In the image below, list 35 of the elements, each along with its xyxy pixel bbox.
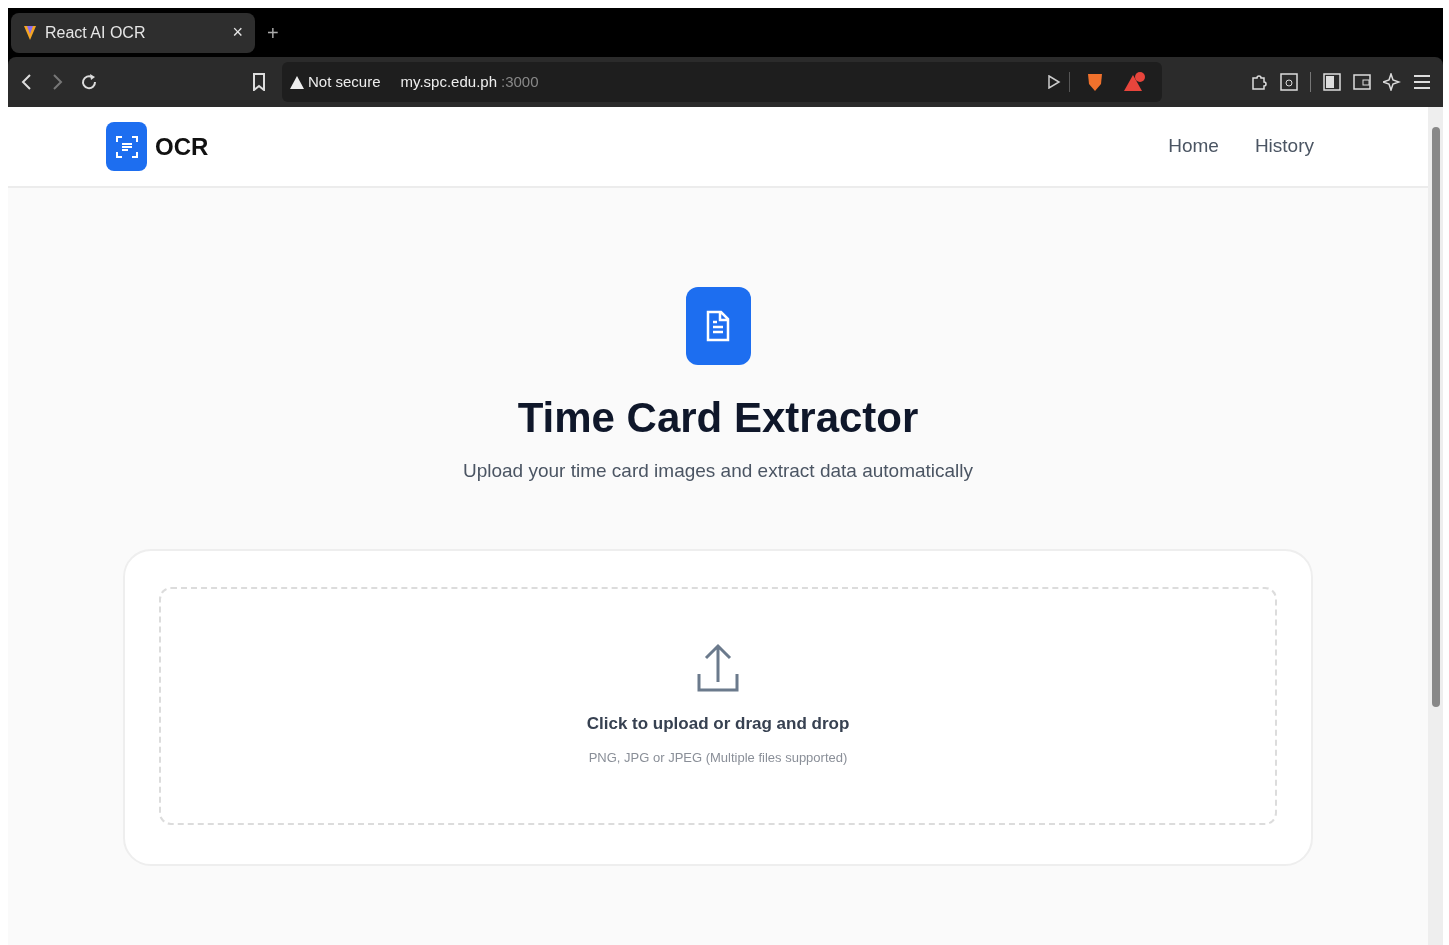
reload-icon[interactable]	[80, 73, 98, 91]
warning-icon	[290, 75, 304, 89]
sidebar-icon[interactable]	[1323, 73, 1341, 91]
page-subtitle: Upload your time card images and extract data automatically	[462, 459, 974, 483]
url-host: my.spc.edu.ph	[400, 71, 497, 92]
close-tab-button[interactable]: ×	[232, 19, 243, 46]
drop-zone[interactable]: Click to upload or drag and drop PNG, JPG or JPEG (Multiple files supported)	[159, 586, 1277, 825]
brand-name: OCR	[155, 131, 209, 162]
scan-icon	[114, 134, 139, 159]
play-icon[interactable]	[1047, 75, 1061, 89]
sparkle-icon[interactable]	[1383, 73, 1401, 91]
nav-link[interactable]: Home	[1168, 132, 1219, 161]
shield-icon[interactable]	[1086, 72, 1104, 92]
upload-prompt: Click to upload or drag and drop	[586, 712, 850, 735]
upload-hint: PNG, JPG or JPEG (Multiple files supported)	[588, 749, 848, 767]
security-label: Not secure	[308, 71, 381, 92]
forward-icon[interactable]	[50, 73, 64, 91]
triangle-badge-icon[interactable]	[1124, 71, 1146, 93]
nav-link[interactable]: History	[1254, 132, 1314, 161]
url-port: :3000	[501, 71, 540, 92]
wallet-icon[interactable]	[1353, 73, 1371, 91]
bookmark-icon[interactable]	[252, 73, 266, 91]
new-tab-button[interactable]: +	[267, 17, 279, 48]
puzzle-icon[interactable]	[1250, 73, 1268, 91]
browser-tab[interactable]: React AI OCR ×	[11, 12, 255, 53]
document-icon	[704, 310, 732, 342]
upload-icon	[696, 641, 740, 694]
address-bar[interactable]: Not secure my.spc.edu.ph :3000	[282, 62, 1162, 102]
tab-favicon-icon	[23, 24, 37, 41]
scrollbar[interactable]	[1428, 107, 1443, 945]
menu-icon[interactable]	[1413, 74, 1431, 90]
back-icon[interactable]	[20, 73, 34, 91]
tab-title: React AI OCR	[45, 22, 147, 43]
screenshot-icon[interactable]	[1280, 73, 1298, 91]
page-title: Time Card Extractor	[517, 393, 919, 443]
